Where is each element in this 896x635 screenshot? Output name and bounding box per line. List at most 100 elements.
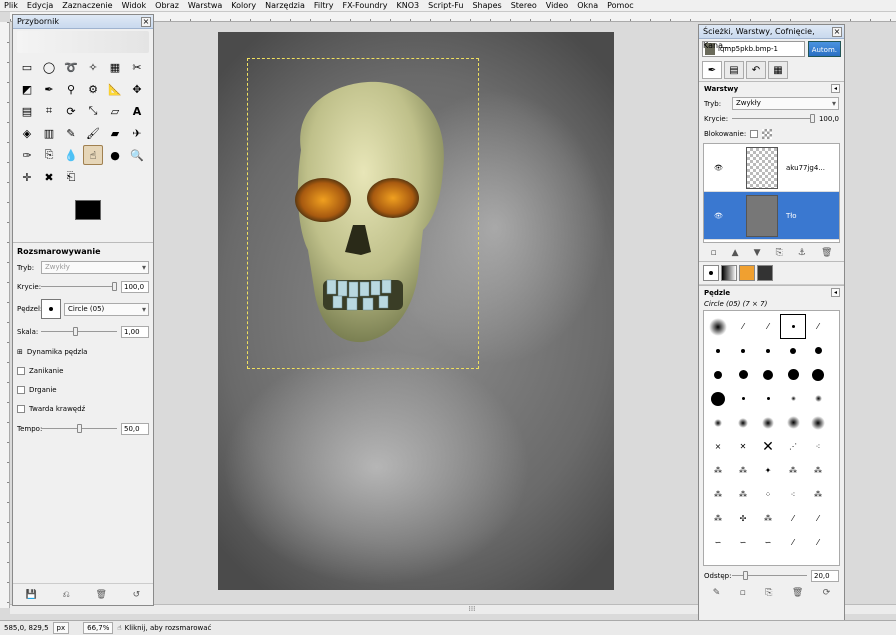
brush-item[interactable]: × [706,435,730,458]
measure-icon[interactable]: 📐 [105,79,125,99]
brush-item[interactable]: ⁄ [781,507,805,530]
scale-icon[interactable]: ⤡ [83,101,103,121]
visibility-eye-icon[interactable]: 👁 [714,212,726,220]
menu-kno3[interactable]: KNO3 [397,1,420,10]
align-icon[interactable]: ▤ [17,101,37,121]
move-icon[interactable]: ✥ [127,79,147,99]
layer-opacity-knob[interactable] [809,114,815,123]
smudge-icon[interactable]: ☝ [83,145,103,165]
menu-video[interactable]: Video [546,1,568,10]
edit-brush-icon[interactable]: ✎ [713,588,721,598]
brush-item[interactable]: ⁂ [706,483,730,506]
layer-mode-select[interactable]: Zwykły [732,97,839,110]
layer-opacity-slider[interactable] [732,114,815,123]
spacing-slider[interactable] [732,571,807,580]
dodge-burn-icon[interactable]: ● [105,145,125,165]
menu-layer[interactable]: Warstwa [188,1,222,10]
brush-item[interactable] [781,411,805,434]
scissors-icon[interactable]: ✂ [127,57,147,77]
layer-row[interactable]: 👁 aku77jg4... [704,144,839,192]
brush-item[interactable] [731,339,755,362]
brush-item[interactable] [706,363,730,386]
brush-item[interactable]: ⁘ [756,483,780,506]
fade-checkbox[interactable] [17,366,25,375]
eraser-icon[interactable]: ▰ [105,123,125,143]
transform-icon[interactable]: ✛ [17,167,37,187]
restore-options-icon[interactable]: ⎌ [63,590,70,600]
menu-fx-foundry[interactable]: FX-Foundry [342,1,387,10]
brush-item[interactable]: ⁄ [806,507,830,530]
color-picker-icon[interactable]: ⚲ [61,79,81,99]
menu-colors[interactable]: Kolory [231,1,256,10]
tab-undo-icon[interactable]: ↶ [746,61,766,79]
spacing-knob[interactable] [743,571,749,580]
brush-item[interactable] [706,315,730,338]
brush-item[interactable]: ✦ [756,459,780,482]
airbrush-icon[interactable]: ✈ [127,123,147,143]
brush-item[interactable] [781,339,805,362]
menu-view[interactable]: Widok [122,1,147,10]
scale-slider[interactable] [41,327,117,336]
brush-item[interactable]: ⁂ [756,507,780,530]
menu-stereo[interactable]: Stereo [511,1,537,10]
tab-paths-icon[interactable]: ✒ [702,61,722,79]
crop-icon[interactable]: ⌗ [39,101,59,121]
scale-slider-knob[interactable] [72,327,78,336]
brush-item[interactable]: ⁂ [706,459,730,482]
tab-gradients-icon[interactable] [739,265,755,281]
menu-edit[interactable]: Edycja [27,1,53,10]
tab-patterns-icon[interactable] [721,265,737,281]
rate-slider[interactable] [41,424,117,433]
fuzzy-select-icon[interactable]: ✧ [83,57,103,77]
save-options-icon[interactable]: 💾 [26,590,37,600]
raise-layer-icon[interactable]: ▲ [732,248,739,258]
brush-item[interactable] [731,363,755,386]
menu-windows[interactable]: Okna [577,1,598,10]
blur-icon[interactable]: 💧 [61,145,81,165]
new-layer-icon[interactable]: ▫ [711,248,717,258]
brush-item[interactable]: ∽ [706,531,730,554]
auto-button[interactable]: Autom. [807,41,841,57]
anchor-layer-icon[interactable]: ⚓ [798,248,806,258]
menu-image[interactable]: Obraz [155,1,179,10]
scale-spinbox[interactable]: 1,00 [121,325,149,338]
brush-item[interactable] [706,339,730,362]
brush-item[interactable]: ⁄ [806,531,830,554]
mode-select[interactable]: Zwykły [41,261,149,274]
brush-item[interactable]: ⁄ [806,315,830,338]
brush-item[interactable]: ⁖ [806,435,830,458]
menu-select[interactable]: Zaznaczenie [62,1,112,10]
brush-item[interactable] [781,387,805,410]
layer-name[interactable]: Tło [786,212,797,220]
blend-icon[interactable]: ▥ [39,123,59,143]
brush-item[interactable] [780,314,806,339]
layer-opacity-value[interactable]: 100,0 [819,115,839,123]
lock-alpha-icon[interactable] [762,128,773,139]
menu-filters[interactable]: Filtry [314,1,334,10]
brush-item[interactable] [706,387,730,410]
zoom-select[interactable]: 66,7% [83,622,114,634]
rate-slider-knob[interactable] [76,424,82,433]
rotate-icon[interactable]: ⟳ [61,101,81,121]
heal-icon[interactable]: ✖ [39,167,59,187]
tab-layers-icon[interactable]: ▤ [724,61,744,79]
brush-item[interactable]: ⁂ [781,459,805,482]
brush-item[interactable] [731,411,755,434]
text-icon[interactable]: A [127,101,147,121]
perspective-clone-icon[interactable]: ⎗ [61,167,81,187]
brush-item[interactable]: ⁂ [731,483,755,506]
rate-spinbox[interactable]: 50,0 [121,422,149,435]
menu-file[interactable]: Plik [4,1,18,10]
expand-icon[interactable]: ⊞ [17,348,23,356]
opacity-slider[interactable] [41,282,117,291]
vertical-ruler[interactable] [0,22,10,608]
brush-item[interactable] [806,363,830,386]
duplicate-brush-icon[interactable]: ⎘ [765,588,772,598]
foreground-select-icon[interactable]: ◩ [17,79,37,99]
brush-item[interactable] [781,363,805,386]
brush-item[interactable] [756,387,780,410]
brush-item[interactable] [706,411,730,434]
shear-icon[interactable]: ▱ [105,101,125,121]
magnify-icon[interactable]: 🔍 [127,145,147,165]
brush-item[interactable] [756,339,780,362]
